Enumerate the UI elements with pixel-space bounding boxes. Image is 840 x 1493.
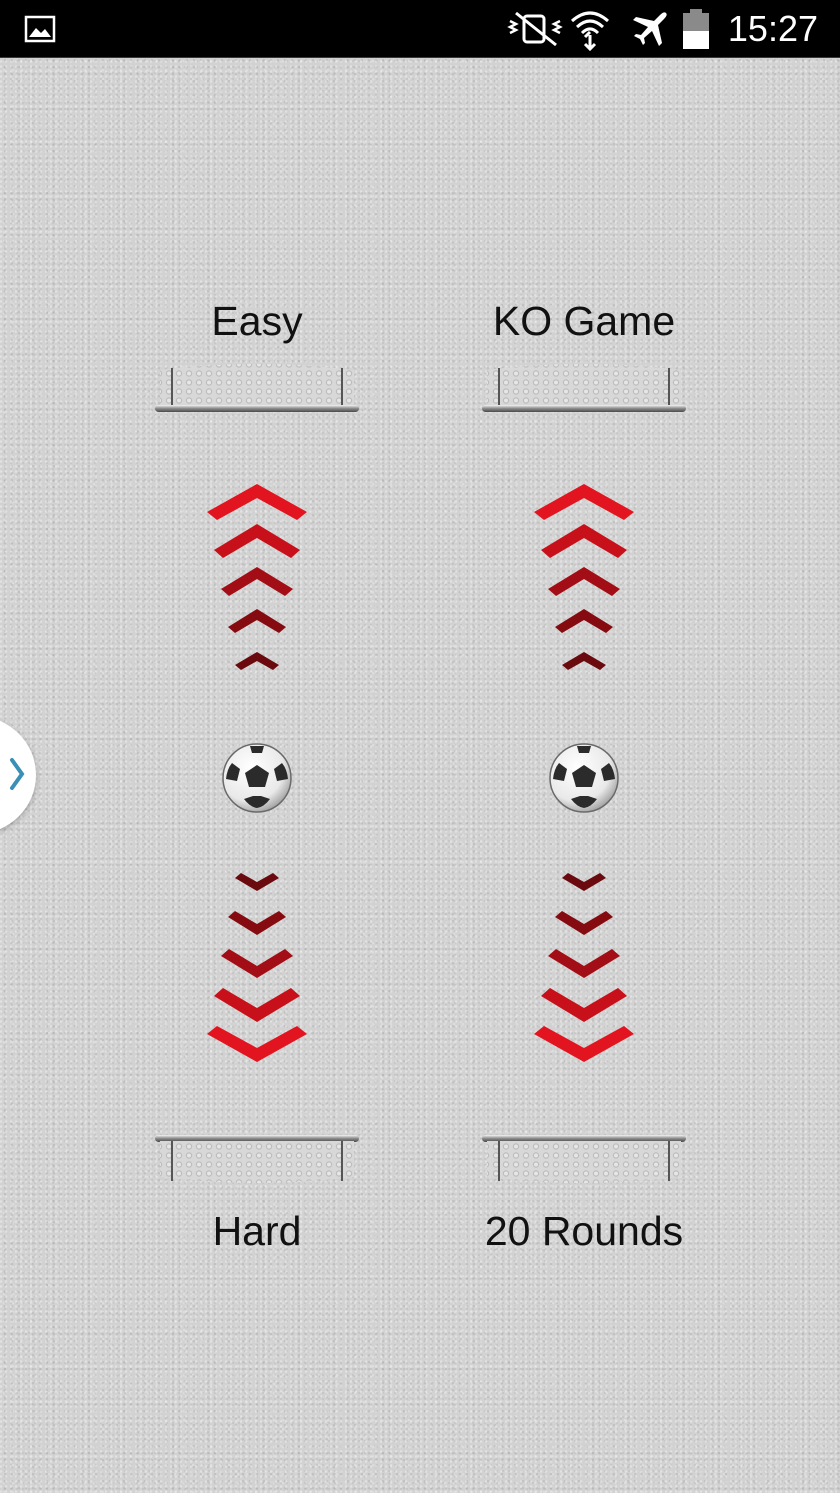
- soccer-ball-icon: [549, 743, 619, 813]
- side-drawer-handle[interactable]: [0, 716, 36, 834]
- difficulty-hard-label[interactable]: Hard: [127, 1208, 387, 1255]
- battery-icon: [680, 0, 712, 58]
- status-clock: 15:27: [727, 8, 818, 49]
- mode-20-rounds-label[interactable]: 20 Rounds: [454, 1208, 714, 1255]
- increase-difficulty-arrows[interactable]: [202, 478, 312, 678]
- wifi-icon: [568, 0, 612, 58]
- goal-top-icon: [155, 364, 359, 412]
- goal-top-icon: [482, 364, 686, 412]
- goal-bottom-icon: [155, 1135, 359, 1183]
- chevron-right-icon: [10, 758, 25, 790]
- status-bar: 15:27: [0, 0, 840, 58]
- mode-up-arrows[interactable]: [529, 478, 639, 678]
- difficulty-easy-label[interactable]: Easy: [127, 298, 387, 345]
- goal-bottom-icon: [482, 1135, 686, 1183]
- mode-ko-game-label[interactable]: KO Game: [454, 298, 714, 345]
- soccer-ball-icon: [222, 743, 292, 813]
- decrease-difficulty-arrows[interactable]: [202, 870, 312, 1070]
- gallery-icon: [24, 0, 56, 58]
- airplane-mode-icon: [630, 0, 670, 58]
- vibrate-mute-icon: [506, 0, 564, 58]
- mode-down-arrows[interactable]: [529, 870, 639, 1070]
